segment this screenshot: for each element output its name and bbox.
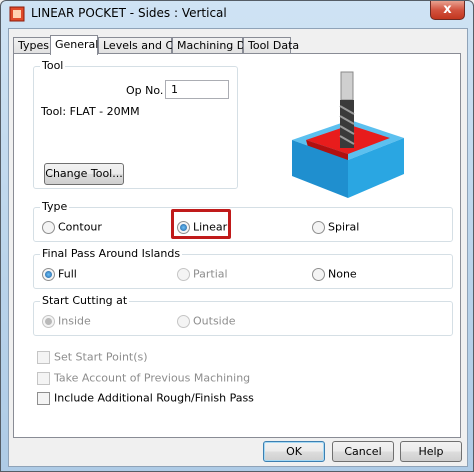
pocket-preview-icon [292,71,404,198]
final-pass-group: Final Pass Around Islands Full Partial N… [33,247,453,289]
window-title: LINEAR POCKET - Sides : Vertical [31,6,227,20]
type-spiral-option[interactable]: Spiral [312,220,359,234]
final-pass-none-option[interactable]: None [312,267,357,281]
app-icon [9,6,25,22]
none-radio[interactable] [312,267,325,281]
final-pass-full-option[interactable]: Full [42,267,77,281]
linear-highlight-box [171,209,231,239]
outside-radio [177,314,190,328]
close-button[interactable]: x [430,1,465,20]
inside-label: Inside [58,314,91,328]
tool-description: Tool: FLAT - 20MM [41,105,140,118]
additional-pass-option[interactable]: Include Additional Rough/Finish Pass [37,391,254,405]
contour-radio[interactable] [42,220,55,234]
general-tab-page: Tool Op No. 1 Tool: FLAT - 20MM Change T… [13,53,461,438]
help-button[interactable]: Help [400,441,462,462]
additional-pass-label: Include Additional Rough/Finish Pass [54,391,254,405]
partial-label: Partial [193,267,228,281]
additional-pass-checkbox[interactable] [37,391,50,405]
title-bar[interactable]: LINEAR POCKET - Sides : Vertical x [1,1,473,27]
previous-machining-option: Take Account of Previous Machining [37,371,250,385]
none-label: None [328,267,357,281]
start-inside-option: Inside [42,314,91,328]
type-contour-option[interactable]: Contour [42,220,102,234]
inside-radio [42,314,55,328]
type-group-label: Type [40,200,70,213]
start-outside-option: Outside [177,314,235,328]
final-pass-group-label: Final Pass Around Islands [40,247,183,260]
dialog-client-area: Types General Levels and Cuts Machining … [8,28,468,467]
cancel-button[interactable]: Cancel [332,441,394,462]
set-start-points-label: Set Start Point(s) [54,350,148,364]
final-pass-partial-option: Partial [177,267,228,281]
spiral-radio[interactable] [312,220,325,234]
tool-group-label: Tool [40,59,66,72]
tab-levels-and-cuts[interactable]: Levels and Cuts [98,37,190,53]
op-no-label: Op No. [126,84,164,97]
change-tool-button[interactable]: Change Tool... [44,163,124,185]
previous-machining-label: Take Account of Previous Machining [54,371,251,385]
start-cutting-group: Start Cutting at Inside Outside [33,294,453,336]
op-no-input[interactable]: 1 [165,80,229,99]
previous-machining-checkbox [37,371,50,385]
tab-tool-data[interactable]: Tool Data [243,37,299,53]
dialog-window: LINEAR POCKET - Sides : Vertical x Types… [0,0,474,472]
outside-label: Outside [193,314,236,328]
tool-group: Tool Op No. 1 Tool: FLAT - 20MM Change T… [33,59,238,189]
full-label: Full [58,267,77,281]
set-start-points-checkbox [37,350,50,364]
tab-types[interactable]: Types [13,37,51,53]
tab-machining-data[interactable]: Machining Data [172,37,263,53]
full-radio[interactable] [42,267,55,281]
type-group: Type Contour Linear Spiral [33,200,453,242]
spiral-label: Spiral [328,220,360,234]
tab-general[interactable]: General [50,35,98,55]
start-cutting-group-label: Start Cutting at [40,294,130,307]
set-start-points-option: Set Start Point(s) [37,350,148,364]
contour-label: Contour [58,220,102,234]
ok-button[interactable]: OK [263,441,325,462]
partial-radio [177,267,190,281]
